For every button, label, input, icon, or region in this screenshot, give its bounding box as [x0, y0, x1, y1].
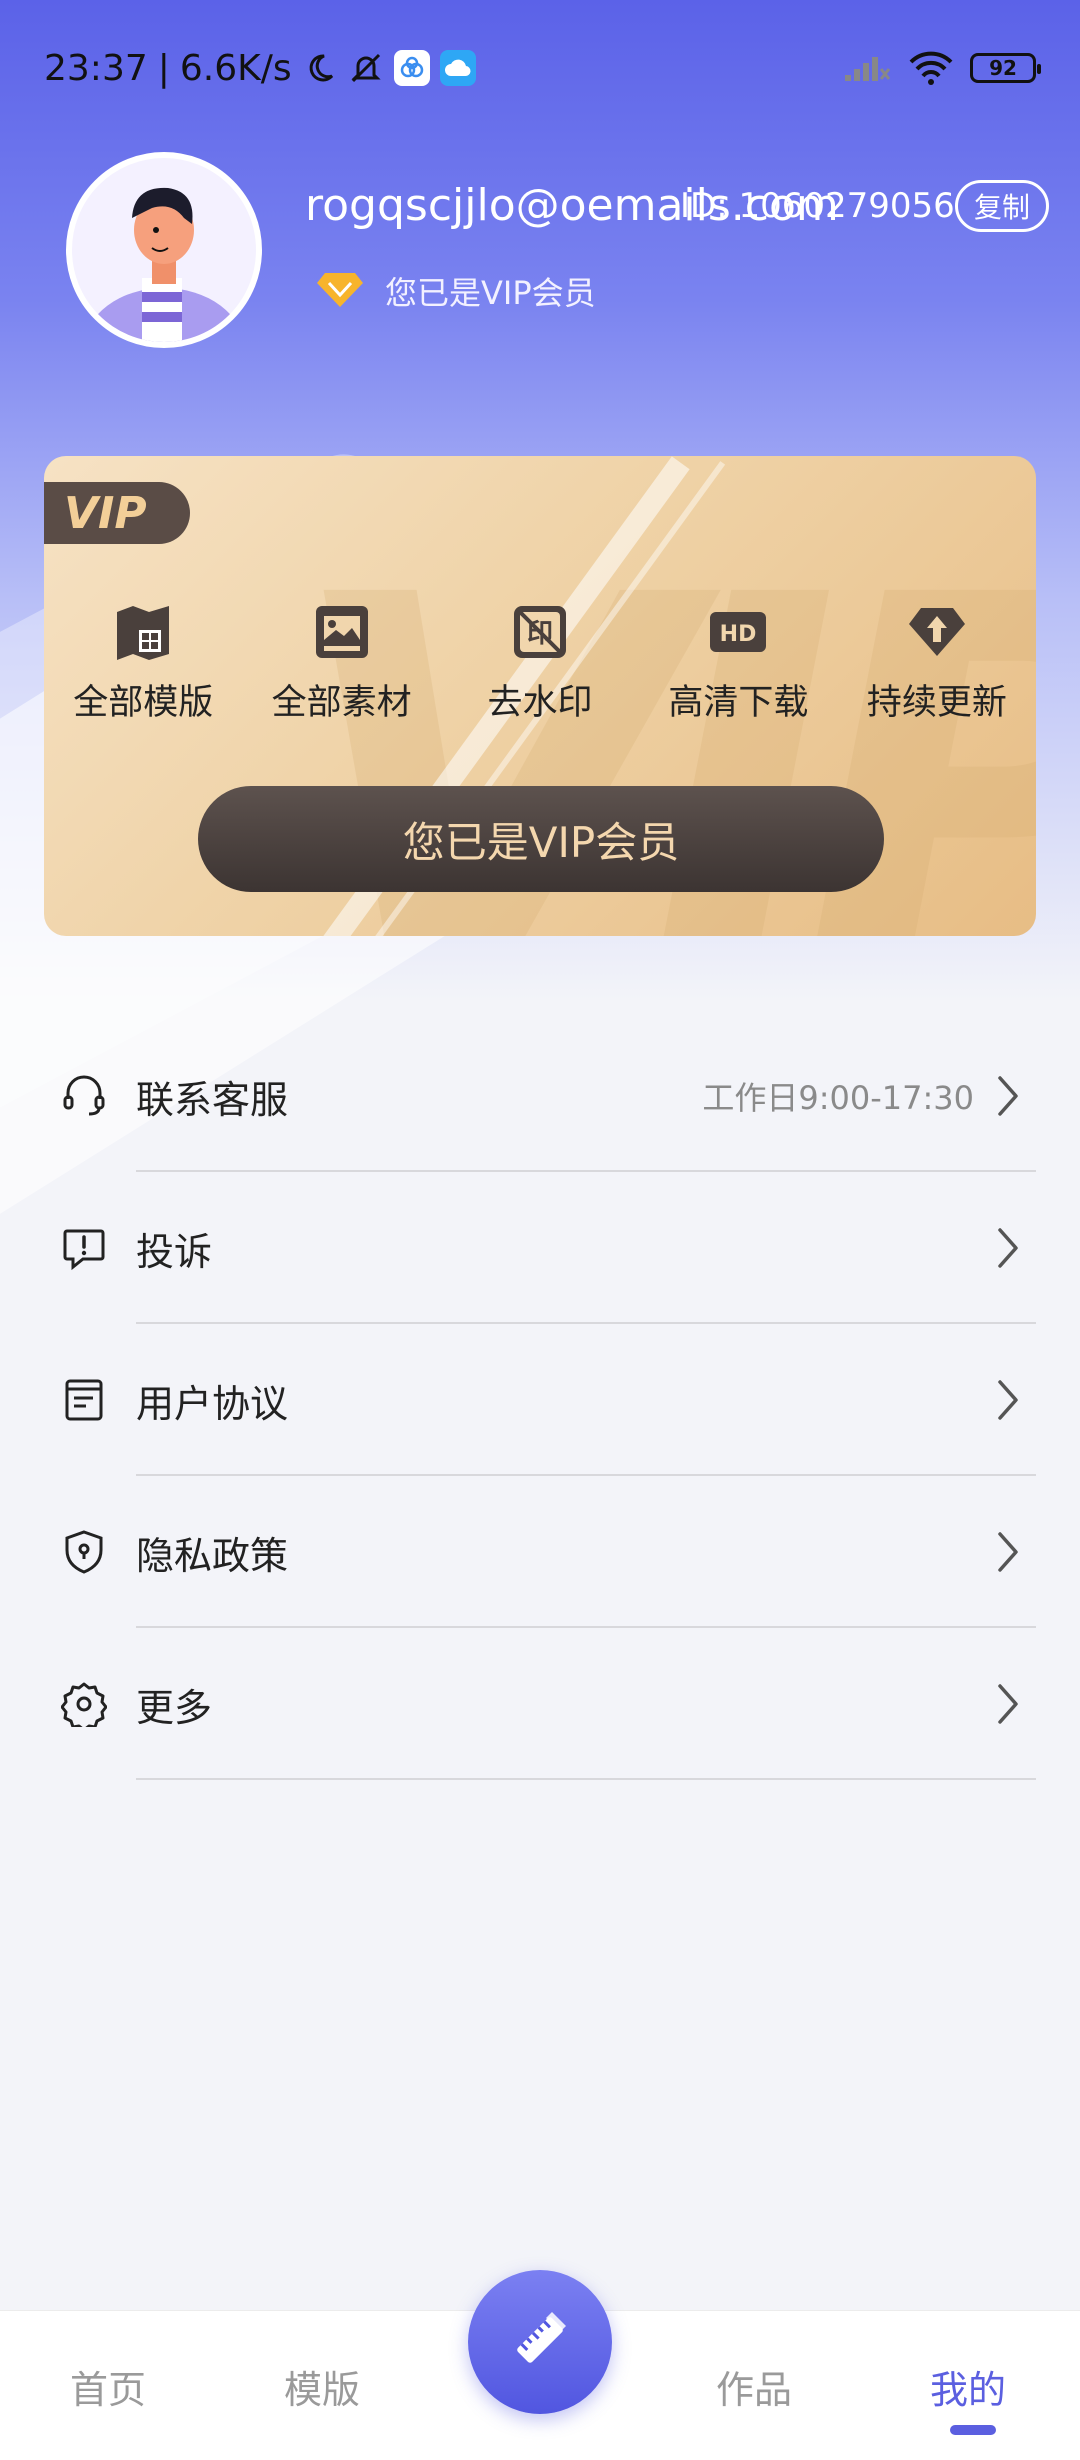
cloud-app-icon	[439, 50, 476, 86]
status-net-speed: 6.6K/s	[179, 47, 292, 89]
image-icon	[310, 600, 374, 664]
vip-status: 您已是VIP会员	[315, 268, 596, 314]
diamond-icon	[315, 269, 365, 313]
moon-icon	[302, 50, 338, 86]
wifi-icon	[906, 50, 956, 86]
update-icon	[905, 600, 969, 664]
status-bar: 23:37 | 6.6K/s 92	[44, 40, 1041, 96]
menu-item-privacy-policy[interactable]: 隐私政策	[0, 1476, 1080, 1628]
app-notification-icon	[393, 50, 430, 86]
vip-tag: VIP	[44, 482, 190, 544]
template-icon	[111, 600, 175, 664]
status-time: 23:37	[44, 47, 148, 89]
menu-item-label: 用户协议	[136, 1381, 289, 1426]
user-id: ID: 1060279056	[680, 186, 955, 226]
bell-off-icon	[348, 50, 384, 86]
benefit-label: 高清下载	[668, 683, 809, 723]
copy-id-button[interactable]: 复制	[955, 180, 1049, 232]
shield-icon	[60, 1528, 108, 1576]
watermark-icon: 印	[508, 600, 572, 664]
complaint-icon	[60, 1224, 108, 1272]
menu-item-complaint[interactable]: 投诉	[0, 1172, 1080, 1324]
divider	[136, 1778, 1036, 1780]
nav-mine[interactable]: 我的	[930, 2359, 1006, 2414]
hd-badge-text: HD	[720, 622, 757, 647]
benefit-label: 去水印	[487, 683, 593, 723]
benefit-remove-watermark[interactable]: 印 去水印	[441, 600, 639, 725]
battery-indicator: 92	[970, 53, 1041, 83]
signal-icon	[842, 50, 892, 86]
gear-icon	[60, 1680, 108, 1728]
chevron-right-icon	[990, 1376, 1026, 1424]
menu-item-more[interactable]: 更多	[0, 1628, 1080, 1780]
create-button[interactable]	[468, 2270, 612, 2414]
chevron-right-icon	[990, 1528, 1026, 1576]
vip-card: VIP VIP 全部模版 全部素材 印 去水印	[44, 456, 1036, 936]
nav-home[interactable]: 首页	[70, 2359, 146, 2414]
benefit-label: 全部素材	[271, 683, 412, 723]
menu-item-user-agreement[interactable]: 用户协议	[0, 1324, 1080, 1476]
hd-icon: HD	[706, 600, 770, 664]
vip-status-text: 您已是VIP会员	[385, 274, 596, 312]
chevron-right-icon	[990, 1680, 1026, 1728]
settings-menu: 联系客服 工作日9:00-17:30 投诉 用户协议 隐私政策 更多	[0, 1020, 1080, 1780]
chevron-right-icon	[990, 1224, 1026, 1272]
vip-benefits: 全部模版 全部素材 印 去水印 HD 高清下载	[44, 600, 1036, 725]
nav-works[interactable]: 作品	[716, 2359, 792, 2414]
service-hours: 工作日9:00-17:30	[702, 1079, 974, 1117]
document-icon	[60, 1376, 108, 1424]
benefit-label: 全部模版	[73, 683, 214, 723]
status-separator: |	[157, 47, 170, 89]
vip-member-button[interactable]: 您已是VIP会员	[198, 786, 884, 892]
menu-item-customer-service[interactable]: 联系客服 工作日9:00-17:30	[0, 1020, 1080, 1172]
active-tab-indicator	[950, 2425, 996, 2435]
benefit-continuous-update[interactable]: 持续更新	[838, 600, 1036, 725]
benefit-label: 持续更新	[866, 683, 1007, 723]
menu-item-label: 更多	[136, 1685, 213, 1730]
headset-icon	[60, 1072, 108, 1120]
benefit-all-materials[interactable]: 全部素材	[242, 600, 440, 725]
pencil-ruler-icon	[502, 2302, 578, 2382]
avatar[interactable]	[66, 152, 262, 348]
benefit-all-templates[interactable]: 全部模版	[44, 600, 242, 725]
menu-item-label: 投诉	[136, 1229, 213, 1274]
chevron-right-icon	[990, 1072, 1026, 1120]
menu-item-label: 隐私政策	[136, 1533, 289, 1578]
benefit-hd-download[interactable]: HD 高清下载	[639, 600, 837, 725]
nav-templates[interactable]: 模版	[284, 2359, 360, 2414]
menu-item-label: 联系客服	[136, 1077, 289, 1122]
